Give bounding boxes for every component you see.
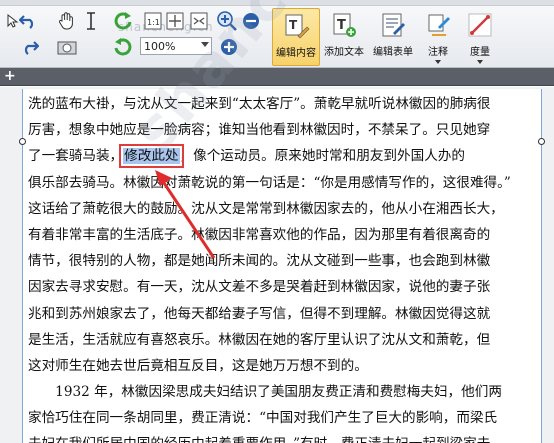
svg-text:1:1: 1:1 <box>147 18 160 27</box>
measure-icon <box>468 13 492 37</box>
text-line: 洗的蓝布大褂，与沈从文一起来到“太太客厅”。萧乾早就听说林徽因的肺病很 <box>28 91 540 117</box>
zoom-value: 100% <box>144 39 176 53</box>
ribbon-toolbar: shancheng.cn 1:1 100% T 编辑内容 T 添加文本 编辑表单… <box>0 6 554 68</box>
hand-tool-icon[interactable] <box>56 10 78 32</box>
text-line: 有着非常丰富的生活底子。林徽因非常喜欢他的作品，因为那里有着很离奇的 <box>28 222 540 248</box>
text-segment: 了一套骑马装， <box>28 148 124 165</box>
text-segment: 兆和到苏州娘家去了，他每天都给妻子写信，但得不到理解。林徽因觉得这就 <box>28 305 491 322</box>
svg-text:T: T <box>337 18 346 33</box>
undo-icon[interactable] <box>18 10 40 32</box>
text-line: 情节，很特别的人物，都是她闻所未闻的。沈从文碰到一些事，也会跑到林徽 <box>28 248 540 274</box>
text-segment: 厉害，想象中她应是一脸病容；谁知当他看到林徽因时，不禁呆了。只见她穿 <box>28 122 491 139</box>
zoom-select[interactable]: 100% <box>140 37 212 55</box>
fit-width-icon[interactable] <box>188 10 210 32</box>
text-line: 这对师生在她去世后竟相互反目，这是她万万想不到的。 <box>28 353 540 379</box>
text-line: 夫妇在我们所居中国的经历中起着重要作用。”有时，费正清夫妇一起到梁家去， <box>28 431 540 443</box>
edit-form-label: 编辑表单 <box>373 47 413 58</box>
edit-content-icon: T <box>285 14 310 39</box>
text-segment: 洗的蓝布大褂，与沈从文一起来到“太太客厅”。萧乾早就听说林徽因的肺病很 <box>28 96 491 112</box>
document-tab-bar: + <box>0 68 554 86</box>
svg-text:T: T <box>289 18 298 32</box>
text-segment: 家恰巧住在同一条胡同里，费正清说：“中国对我们产生了巨大的影响，而梁氏 <box>28 410 498 427</box>
chevron-down-icon <box>477 60 483 64</box>
zoom-in-icon[interactable] <box>216 10 238 32</box>
zoom-plus-icon[interactable] <box>218 36 240 58</box>
text-line: 兆和到苏州娘家去了，他每天都给妻子写信，但得不到理解。林徽因觉得这就 <box>28 301 540 327</box>
resize-handle-left[interactable] <box>19 138 26 145</box>
chevron-down-icon <box>201 42 209 47</box>
edit-form-icon <box>382 13 405 37</box>
text-segment: 情节，很特别的人物，都是她闻所未闻的。沈从文碰到一些事，也会跑到林徽 <box>28 253 491 270</box>
measure-button[interactable]: 度量 <box>462 8 498 66</box>
add-text-button[interactable]: T 添加文本 <box>321 8 367 66</box>
add-text-label: 添加文本 <box>324 47 364 58</box>
measure-label: 度量 <box>470 47 490 58</box>
edit-form-button[interactable]: 编辑表单 <box>370 8 416 66</box>
redo-icon[interactable] <box>18 36 40 58</box>
text-line: 家恰巧住在同一条胡同里，费正清说：“中国对我们产生了巨大的影响，而梁氏 <box>28 405 540 431</box>
text-line: 厉害，想象中她应是一脸病容；谁知当他看到林徽因时，不禁呆了。只见她穿 <box>28 117 540 143</box>
fit-page-icon[interactable] <box>164 10 186 32</box>
add-text-icon: T <box>333 13 356 37</box>
chevron-down-icon <box>435 60 441 64</box>
text-line: 因家去寻求安慰。有一天，沈从文差不多是哭着赶到林徽因家，说他的妻子张 <box>28 274 540 300</box>
new-tab-button[interactable]: + <box>4 68 16 86</box>
annotate-label: 注释 <box>428 47 448 58</box>
select-text-icon[interactable] <box>80 10 102 32</box>
text-segment: 是生活，生活就应有喜怒哀乐。林徽因在她的客厅里认识了沈从文和萧乾，但 <box>28 331 491 348</box>
text-line: 这话给了萧乾很大的鼓励。沈从文是常常到林徽因家去的，他从小在湘西长大， <box>28 196 540 222</box>
text-segment: 有着非常丰富的生活底子。林徽因非常喜欢他的作品，因为那里有着很离奇的 <box>28 226 491 243</box>
text-segment: 这话给了萧乾很大的鼓励。沈从文是常常到林徽因家去的，他从小在湘西长大， <box>28 200 504 217</box>
text-line: 1932 年，林徽因梁思成夫妇结识了美国朋友费正清和费慰梅夫妇，他们两 <box>28 379 540 405</box>
rotate-counter-icon[interactable] <box>112 36 134 58</box>
text-line: 了一套骑马装，修改此处，像个运动员。原来她时常和朋友到外国人办的 <box>28 143 540 169</box>
text-segment: 1932 年，林徽因梁思成夫妇结识了美国朋友费正清和费慰梅夫妇，他们两 <box>28 384 502 401</box>
rotate-icon[interactable] <box>112 10 134 32</box>
document-text[interactable]: 洗的蓝布大褂，与沈从文一起来到“太太客厅”。萧乾早就听说林徽因的肺病很 厉害，想象… <box>28 91 540 443</box>
annotate-icon <box>428 14 450 36</box>
selected-text[interactable]: 修改此处 <box>119 144 184 169</box>
edit-content-label: 编辑内容 <box>276 48 316 59</box>
edit-content-button[interactable]: T 编辑内容 <box>272 8 320 66</box>
text-segment: 俱乐部去骑马。林徽因对萧乾说的第一句话是：“你是用感情写作的，这很难得。” <box>28 174 511 191</box>
text-line: 是生活，生活就应有喜怒哀乐。林徽因在她的客厅里认识了沈从文和萧乾，但 <box>28 327 540 353</box>
snapshot-icon[interactable] <box>56 36 78 58</box>
text-segment: 这对师生在她去世后竟相互反目，这是她万万想不到的。 <box>28 357 368 374</box>
zoom-out-icon[interactable] <box>240 10 262 32</box>
actual-size-icon[interactable]: 1:1 <box>142 10 164 32</box>
text-segment: 因家去寻求安慰。有一天，沈从文差不多是哭着赶到林徽因家，说他的妻子张 <box>28 279 491 296</box>
text-segment: ，像个运动员。原来她时常和朋友到外国人办的 <box>179 148 465 165</box>
text-segment: 夫妇在我们所居中国的经历中起着重要作用。”有时，费正清夫妇一起到梁家去， <box>28 436 504 443</box>
text-line: 俱乐部去骑马。林徽因对萧乾说的第一句话是：“你是用感情写作的，这很难得。” <box>28 170 540 196</box>
annotate-button[interactable]: 注释 <box>420 8 456 66</box>
